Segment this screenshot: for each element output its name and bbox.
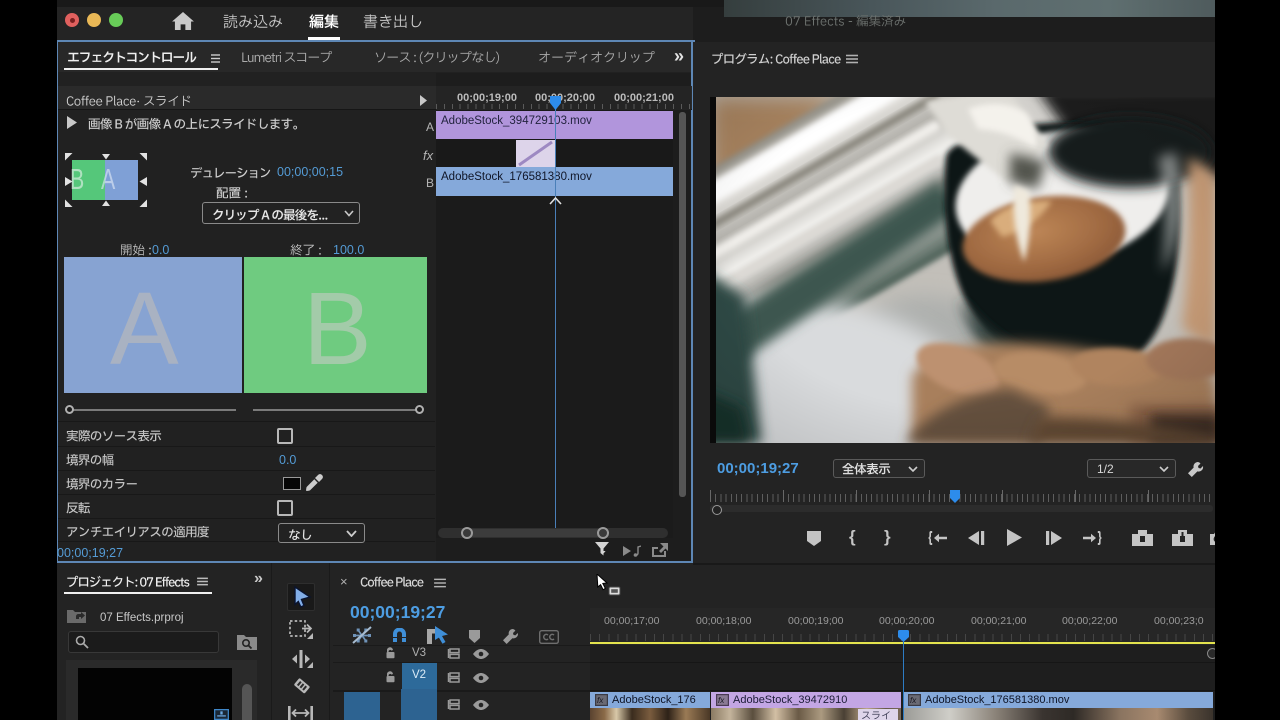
svg-text:fx: fx [597,696,604,705]
svg-text:fx: fx [718,696,725,705]
svg-text:fx: fx [910,696,917,705]
